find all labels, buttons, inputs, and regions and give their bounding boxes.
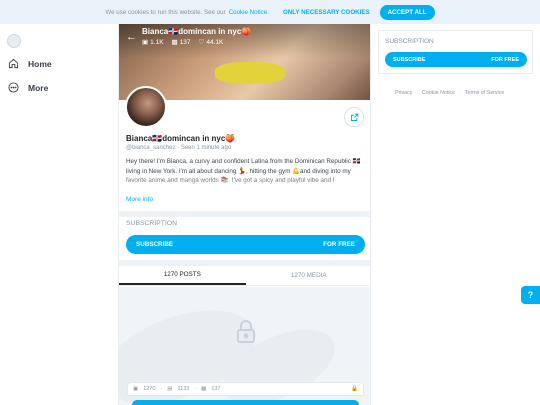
unlock-button[interactable] [132,400,359,405]
help-button[interactable]: ? [521,286,540,304]
cookie-notice-link[interactable]: Cookie Notice. [229,9,269,16]
image-icon: ▤ [167,386,173,392]
small-lock-icon: 🔒 [351,386,358,392]
profile-handle: @bianca_sanchez [126,145,176,151]
header-name: Bianca🇩🇴domincan in nyc🍑 [142,27,252,36]
profile-main: ← Bianca🇩🇴domincan in nyc🍑 ▣ 1.1K ▩ 137 ♡ 4… [118,24,371,405]
footer-links: Privacy · Cookie Notice · Terms of Servi… [395,90,505,96]
home-icon [8,58,19,69]
back-arrow-icon[interactable]: ← [126,31,137,43]
lock-icon [237,320,255,343]
cookie-notice-link[interactable]: Cookie Notice [422,90,455,96]
photo-icon: ▣ [142,39,149,46]
privacy-link[interactable]: Privacy [395,90,412,96]
header-stats: ▣ 1.1K ▩ 137 ♡ 44.1K [142,38,224,47]
subscription-card: SUBSCRIPTION SUBSCRIBE FOR FREE [378,30,533,74]
likes-stat: ♡ 44.1K [198,38,224,47]
terms-link[interactable]: Terms of Service [465,90,504,96]
video-icon: ▩ [171,39,178,46]
sidebar-item-home[interactable]: Home [8,58,52,69]
right-sidebar: SUBSCRIPTION SUBSCRIBE FOR FREE Privacy … [371,24,540,405]
necessary-cookies-button[interactable]: ONLY NECESSARY COOKIES [283,9,370,16]
cookie-message: We use cookies to run this website. See … [105,8,226,16]
sidebar-item-label: More [28,82,49,93]
more-info-link[interactable]: More info [126,196,153,203]
cookie-banner: We use cookies to run this website. See … [0,0,540,24]
subscription-label: SUBSCRIPTION [385,38,434,45]
videos-stat: ▩ 137 [171,38,191,47]
profile-avatar[interactable] [125,86,167,128]
tab-media[interactable]: 1270 MEDIA [246,266,371,285]
help-icon: ? [527,290,534,300]
user-avatar-icon[interactable] [7,34,21,48]
photos-stat: ▣ 1.1K [142,38,164,47]
share-icon [350,113,358,121]
left-sidebar: Home More [0,24,118,405]
profile-name: Bianca🇩🇴domincan in nyc🍑 [126,134,236,143]
content-tabs: 1270 POSTS 1270 MEDIA [119,266,371,286]
tab-posts[interactable]: 1270 POSTS [119,266,246,285]
subscribe-button[interactable]: SUBSCRIBE FOR FREE [126,235,365,254]
accept-all-button[interactable]: ACCEPT ALL [379,4,435,20]
photo-icon: ▣ [133,386,139,392]
subscribe-button-side[interactable]: SUBSCRIBE FOR FREE [385,52,527,67]
sidebar-item-label: Home [28,58,52,69]
share-button[interactable] [344,107,364,127]
more-icon [8,82,19,93]
sidebar-item-more[interactable]: More [8,82,48,93]
heart-icon: ♡ [198,39,205,46]
profile-handle-line: @bianca_sanchez · Seen 1 minute ago [126,145,232,151]
locked-counts: ▣ 1270 · ▤ 1133 · ▩ 137 🔒 [127,382,364,396]
last-seen: Seen 1 minute ago [180,145,232,151]
subscription-label: SUBSCRIPTION [126,220,177,227]
video-icon: ▩ [201,386,207,392]
